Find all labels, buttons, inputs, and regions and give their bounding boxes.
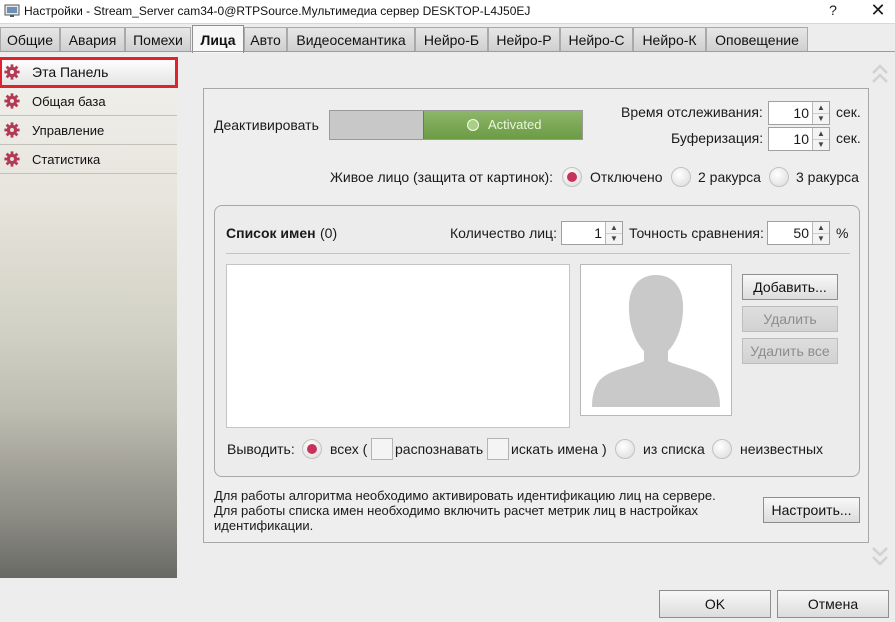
sidebar-item-label: Эта Панель [32, 64, 109, 80]
sidebar-item-label: Управление [32, 123, 105, 138]
output-label: Выводить: [227, 441, 295, 457]
radio-2-angles[interactable] [671, 167, 691, 187]
face-photo-frame [580, 264, 732, 416]
activation-toggle[interactable]: Activated [329, 110, 583, 140]
info-note: Для работы алгоритма необходимо активиро… [214, 488, 754, 533]
tab-notification[interactable]: Оповещение [706, 27, 808, 51]
radio-3-angles[interactable] [769, 167, 789, 187]
gear-icon [4, 64, 20, 80]
radio-output-all[interactable] [302, 439, 322, 459]
search-names-checkbox[interactable] [487, 438, 509, 460]
gear-icon [4, 151, 20, 167]
deactivate-label: Деактивировать [214, 117, 319, 133]
spin-arrows[interactable]: ▲ ▼ [812, 128, 829, 150]
title-bar: Настройки - Stream_Server cam34-0@RTPSou… [0, 0, 895, 24]
toggle-on-segment: Activated [423, 111, 582, 139]
sidebar-item-label: Статистика [32, 152, 101, 167]
app-icon [4, 4, 20, 17]
tab-interference[interactable]: Помехи [125, 27, 191, 51]
tracking-time-spinbox[interactable]: 10 ▲ ▼ [768, 101, 830, 125]
faces-count-label: Количество лиц: [450, 225, 557, 241]
delete-all-button[interactable]: Удалить все [742, 338, 838, 364]
accuracy-label: Точность сравнения: [629, 225, 764, 241]
radio-2-angles-label: 2 ракурса [698, 169, 761, 185]
tab-neuro-r[interactable]: Нейро-Р [488, 27, 560, 51]
tab-neuro-k[interactable]: Нейро-К [633, 27, 706, 51]
info-note-line-1: Для работы алгоритма необходимо активиро… [214, 488, 716, 503]
tab-video-semantics[interactable]: Видеосемантика [287, 27, 415, 51]
toggle-text: Activated [488, 117, 542, 132]
tab-neuro-s[interactable]: Нейро-С [560, 27, 633, 51]
tab-neuro-b[interactable]: Нейро-Б [415, 27, 488, 51]
tab-bar: Общие Авария Помехи Лица Авто Видеосеман… [0, 25, 895, 53]
recognize-label: распознавать [395, 441, 484, 457]
tab-auto[interactable]: Авто [244, 27, 287, 51]
window-title: Настройки - Stream_Server cam34-0@RTPSou… [24, 4, 531, 18]
faces-count-value: 1 [594, 225, 602, 241]
gear-icon [4, 93, 20, 109]
buffering-value: 10 [793, 131, 809, 147]
sidebar: Эта Панель Общая база Управление Статист… [0, 56, 178, 578]
spin-down-icon[interactable]: ▼ [813, 233, 829, 244]
scroll-down-icon[interactable] [871, 545, 889, 567]
group-divider [226, 253, 850, 254]
accuracy-spinbox[interactable]: 50 ▲ ▼ [767, 221, 830, 245]
tracking-time-unit: сек. [836, 104, 861, 120]
radio-output-all-label: всех ( [330, 441, 368, 457]
names-listbox[interactable] [226, 264, 570, 428]
sidebar-item-label: Общая база [32, 94, 106, 109]
person-silhouette-icon [592, 275, 720, 407]
faces-count-spinbox[interactable]: 1 ▲ ▼ [561, 221, 623, 245]
accuracy-value: 50 [793, 225, 809, 241]
names-list-title: Список имен [226, 225, 316, 241]
scroll-up-icon[interactable] [871, 63, 889, 85]
spin-down-icon[interactable]: ▼ [606, 233, 622, 244]
tracking-time-value: 10 [793, 105, 809, 121]
buffering-spinbox[interactable]: 10 ▲ ▼ [768, 127, 830, 151]
tracking-time-label: Время отслеживания: [621, 104, 763, 120]
sidebar-item-management[interactable]: Управление [0, 116, 177, 145]
tab-alarm[interactable]: Авария [60, 27, 125, 51]
spin-arrows[interactable]: ▲ ▼ [812, 102, 829, 124]
status-dot-icon [467, 119, 479, 131]
buffering-unit: сек. [836, 130, 861, 146]
ok-button[interactable]: OK [659, 590, 771, 618]
sidebar-item-statistics[interactable]: Статистика [0, 145, 177, 174]
radio-disabled-label: Отключено [590, 169, 663, 185]
configure-button[interactable]: Настроить... [763, 497, 860, 523]
radio-3-angles-label: 3 ракурса [796, 169, 859, 185]
radio-output-unknown[interactable] [712, 439, 732, 459]
tab-faces[interactable]: Лица [192, 25, 244, 53]
radio-output-from-list[interactable] [615, 439, 635, 459]
help-button[interactable]: ? [826, 2, 840, 18]
names-list-count: (0) [320, 225, 338, 241]
delete-button[interactable]: Удалить [742, 306, 838, 332]
info-note-line-2: Для работы списка имен необходимо включи… [214, 503, 699, 533]
radio-disabled[interactable] [562, 167, 582, 187]
buffering-label: Буферизация: [671, 130, 764, 146]
radio-output-unknown-label: неизвестных [740, 441, 824, 457]
recognize-checkbox[interactable] [371, 438, 393, 460]
close-button[interactable]: ✕ [868, 0, 888, 21]
tab-general[interactable]: Общие [0, 27, 60, 51]
tab-divider [0, 51, 895, 52]
live-face-label: Живое лицо (защита от картинок): [330, 169, 554, 185]
spin-down-icon[interactable]: ▼ [813, 139, 829, 150]
accuracy-unit: % [836, 225, 849, 241]
add-button[interactable]: Добавить... [742, 274, 838, 300]
search-names-label: искать имена ) [511, 441, 607, 457]
spin-arrows[interactable]: ▲ ▼ [812, 222, 829, 244]
sidebar-item-this-panel[interactable]: Эта Панель [0, 57, 178, 88]
cancel-button[interactable]: Отмена [777, 590, 889, 618]
spin-arrows[interactable]: ▲ ▼ [605, 222, 622, 244]
gear-icon [4, 122, 20, 138]
spin-down-icon[interactable]: ▼ [813, 113, 829, 124]
sidebar-item-common-base[interactable]: Общая база [0, 87, 177, 116]
radio-output-from-list-label: из списка [643, 441, 705, 457]
